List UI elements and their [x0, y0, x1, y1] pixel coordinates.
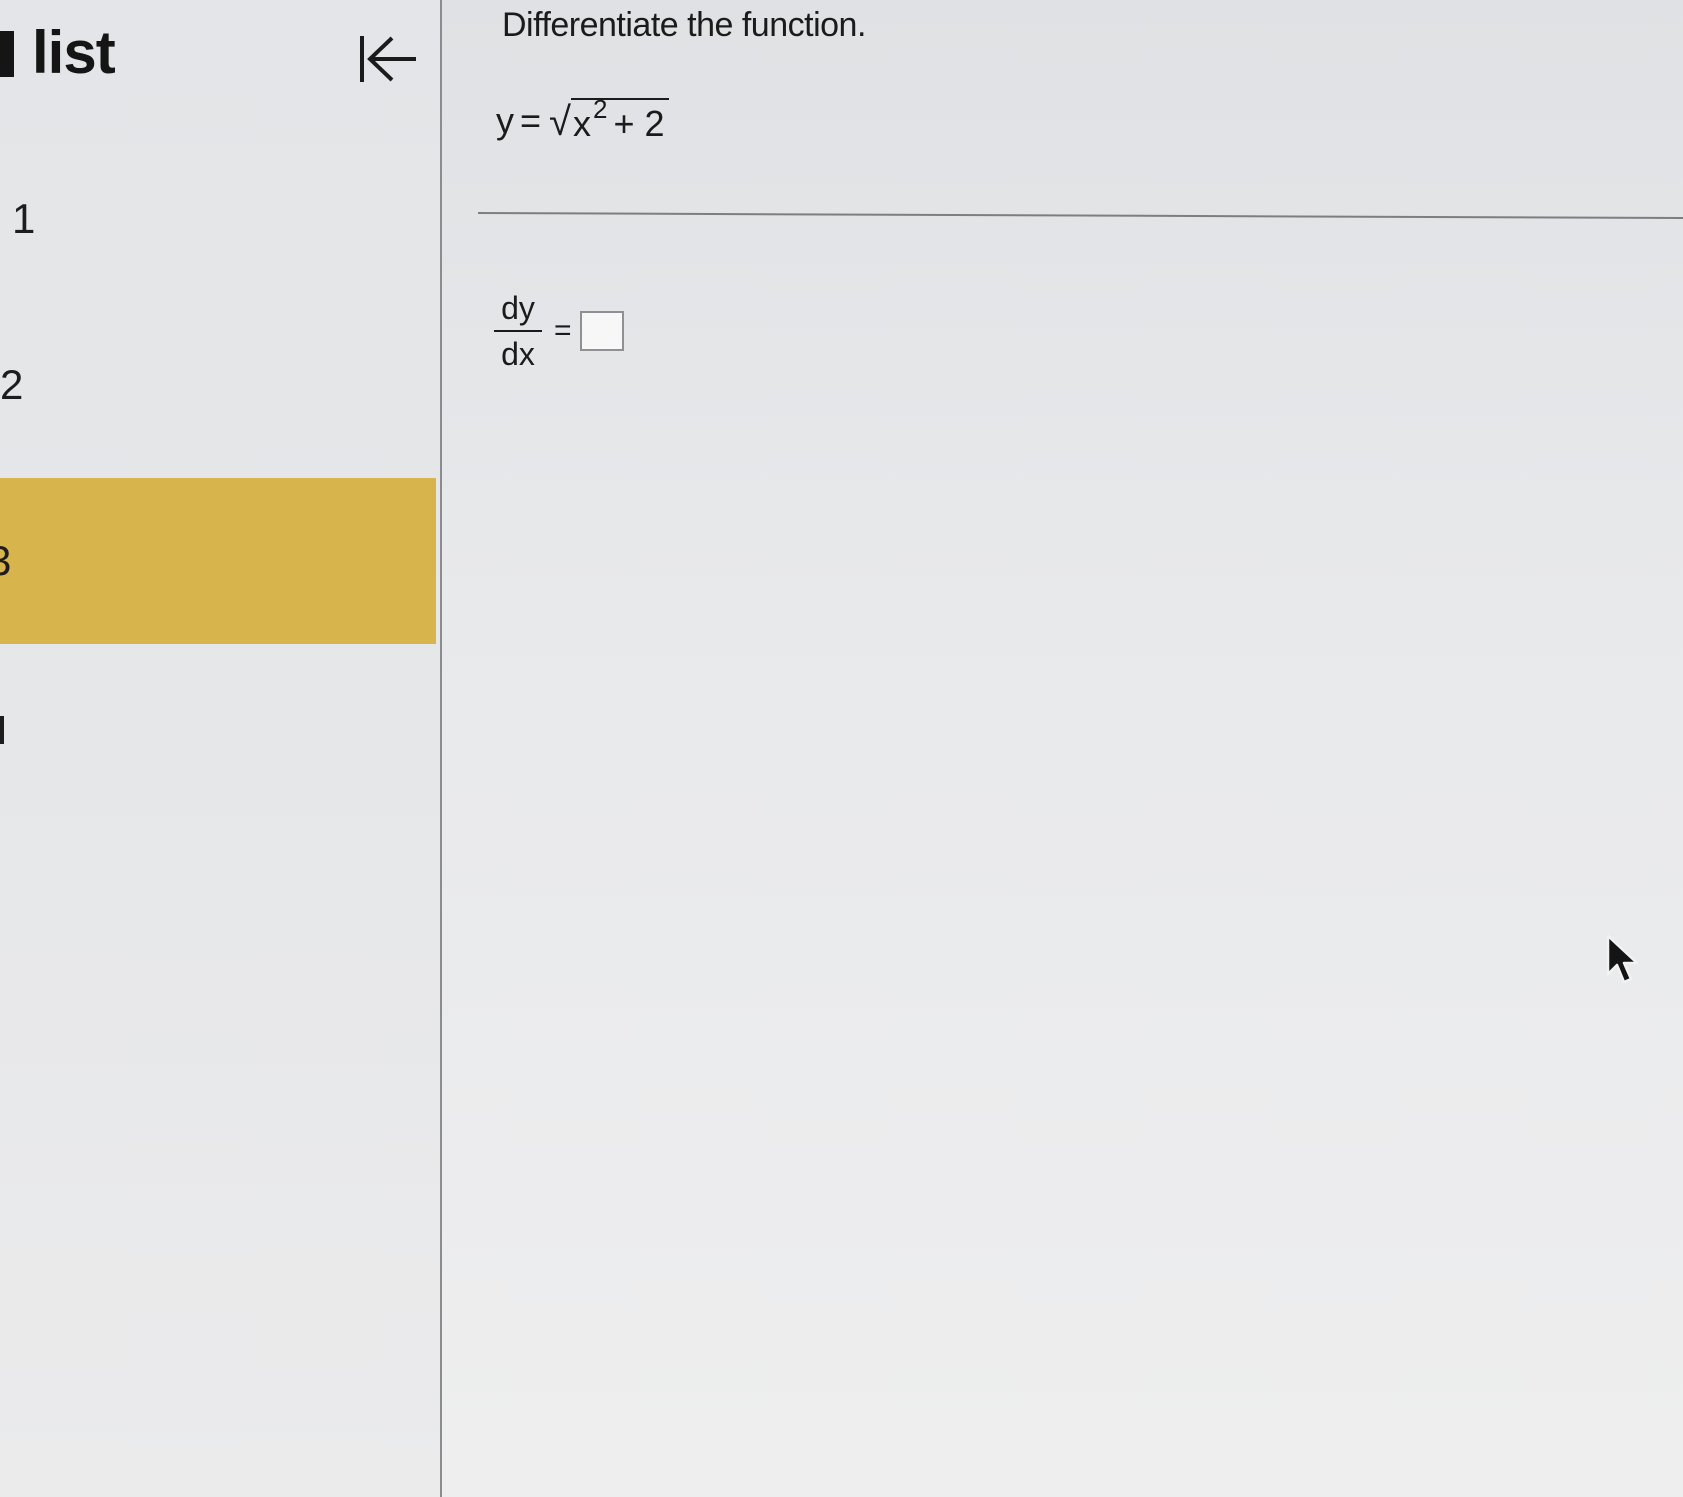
question-item-3[interactable]: 3 — [0, 478, 436, 644]
function-equation: y = √ x 2 + 2 — [496, 82, 669, 142]
question-number: 3 — [0, 537, 11, 585]
question-list-sidebar: list 1 2 3 — [0, 0, 442, 1497]
question-number: 1 — [12, 195, 36, 242]
question-prompt: Differentiate the function. — [502, 6, 866, 44]
derivative-fraction: dy dx — [494, 292, 542, 370]
equation-lhs: y — [496, 100, 514, 141]
clipped-letter — [0, 31, 14, 77]
collapse-sidebar-button[interactable] — [356, 30, 426, 90]
root-symbol: √ — [549, 100, 571, 144]
square-root: √ x 2 + 2 — [549, 94, 669, 144]
radicand-tail: + 2 — [613, 103, 665, 144]
radicand: x 2 + 2 — [570, 94, 669, 144]
question-number: 2 — [0, 361, 24, 408]
derivative-answer-row: dy dx = — [494, 292, 624, 370]
collapse-left-icon — [360, 36, 416, 82]
equals-sign: = — [554, 314, 572, 347]
answer-input[interactable] — [579, 311, 624, 351]
mouse-pointer-icon — [1606, 934, 1639, 984]
fraction-numerator: dy — [501, 290, 535, 326]
sidebar-title: list — [0, 18, 116, 87]
radicand-exponent: 2 — [592, 94, 608, 124]
sidebar-title-text: list — [32, 19, 116, 86]
clipped-question-number — [0, 716, 4, 744]
equals-sign: = — [520, 100, 542, 141]
question-item-1[interactable]: 1 — [0, 136, 436, 302]
fraction-denominator: dx — [501, 336, 535, 372]
question-item-2[interactable]: 2 — [0, 302, 436, 468]
question-panel: Differentiate the function. y = √ x 2 + 2 … — [442, 0, 1683, 1497]
radicand-base: x — [572, 103, 591, 144]
screen: list 1 2 3 Differentiate the function. y… — [0, 0, 1683, 1497]
section-divider — [477, 212, 1683, 220]
